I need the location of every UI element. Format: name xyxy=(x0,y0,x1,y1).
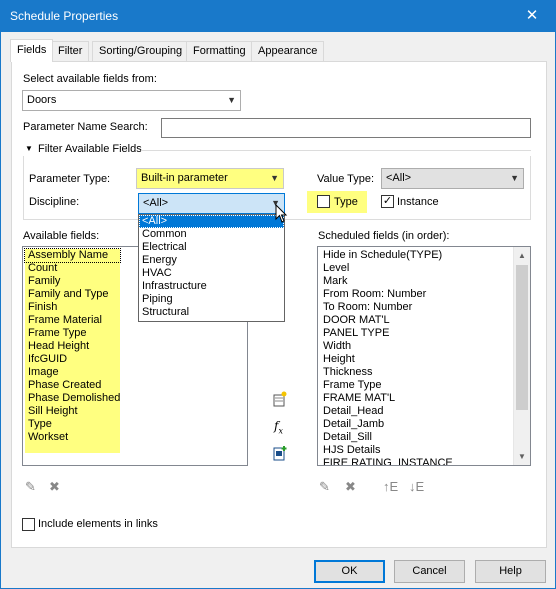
scroll-thumb[interactable] xyxy=(516,265,528,410)
move-down-icon[interactable]: ↓E xyxy=(409,479,424,494)
delete-parameter-icon[interactable]: ✖ xyxy=(49,479,60,495)
list-item[interactable]: Type xyxy=(25,418,225,431)
scheduled-fields-list[interactable]: Hide in Schedule(TYPE) Level Mark From R… xyxy=(317,246,531,466)
type-label: Type xyxy=(334,196,358,208)
list-item[interactable]: Head Height xyxy=(25,340,225,353)
title-bar: Schedule Properties ✕ xyxy=(1,1,555,32)
tab-appearance[interactable]: Appearance xyxy=(251,41,325,61)
tab-fields[interactable]: Fields xyxy=(10,39,54,62)
select-fields-value: Doors xyxy=(27,94,57,106)
list-item[interactable]: To Room: Number xyxy=(320,301,510,314)
include-links-label: Include elements in links xyxy=(38,518,158,530)
available-fields-label: Available fields: xyxy=(23,230,100,242)
close-icon[interactable]: ✕ xyxy=(509,1,555,32)
discipline-option[interactable]: <All> xyxy=(139,215,284,228)
discipline-option[interactable]: Infrastructure xyxy=(139,280,284,293)
list-item[interactable]: Mark xyxy=(320,275,510,288)
instance-label: Instance xyxy=(397,196,439,208)
list-item[interactable]: HJS Details xyxy=(320,444,510,457)
select-fields-label: Select available fields from: xyxy=(23,73,157,85)
window-title: Schedule Properties xyxy=(10,9,119,23)
scheduled-fields-label: Scheduled fields (in order): xyxy=(318,230,450,242)
list-item[interactable]: Detail_Jamb xyxy=(320,418,510,431)
param-type-value: Built-in parameter xyxy=(141,172,228,184)
list-item[interactable]: Hide in Schedule(TYPE) xyxy=(320,249,510,262)
discipline-options-list[interactable]: <All> Common Electrical Energy HVAC Infr… xyxy=(138,214,285,322)
value-type-dropdown[interactable]: <All> ▼ xyxy=(381,168,524,189)
list-item[interactable]: Detail_Head xyxy=(320,405,510,418)
param-type-dropdown[interactable]: Built-in parameter ▼ xyxy=(136,168,284,189)
list-item[interactable]: IfcGUID xyxy=(25,353,225,366)
list-item[interactable]: Frame Type xyxy=(25,327,225,340)
list-item[interactable]: FIRE RATING_INSTANCE xyxy=(320,457,510,465)
param-search-input[interactable] xyxy=(161,118,531,138)
chevron-down-icon: ▼ xyxy=(270,173,279,183)
list-item[interactable]: Assembly Name xyxy=(24,248,121,263)
cancel-button[interactable]: Cancel xyxy=(394,560,465,583)
list-item[interactable]: DOOR MAT'L xyxy=(320,314,510,327)
discipline-label: Discipline: xyxy=(29,196,80,208)
list-item[interactable]: From Room: Number xyxy=(320,288,510,301)
list-item[interactable]: Detail_Sill xyxy=(320,431,510,444)
help-button[interactable]: Help xyxy=(475,560,546,583)
discipline-option[interactable]: Energy xyxy=(139,254,284,267)
edit-field-icon[interactable]: ✎ xyxy=(319,479,330,495)
collapse-icon[interactable]: ▼ xyxy=(25,144,33,153)
tab-filter[interactable]: Filter xyxy=(51,41,90,61)
list-item[interactable]: Workset xyxy=(25,431,225,444)
scroll-up-icon[interactable]: ▲ xyxy=(514,247,530,264)
include-links-checkbox[interactable] xyxy=(22,518,35,531)
value-type-label: Value Type: xyxy=(317,173,375,185)
tab-sorting-grouping[interactable]: Sorting/Grouping xyxy=(92,41,190,61)
list-item[interactable]: Width xyxy=(320,340,510,353)
list-item[interactable]: Phase Created xyxy=(25,379,225,392)
instance-checkbox[interactable]: ✓ xyxy=(381,195,394,208)
list-item[interactable]: Sill Height xyxy=(25,405,225,418)
chevron-down-icon: ▼ xyxy=(227,95,236,105)
param-type-label: Parameter Type: xyxy=(29,173,111,185)
discipline-option[interactable]: Structural xyxy=(139,306,284,319)
scroll-down-icon[interactable]: ▼ xyxy=(514,448,530,465)
list-item[interactable]: Frame Type xyxy=(320,379,510,392)
filter-divider xyxy=(141,150,531,151)
list-item[interactable]: Image xyxy=(25,366,225,379)
list-item[interactable]: FRAME MAT'L xyxy=(320,392,510,405)
discipline-dropdown[interactable]: <All> ▼ xyxy=(138,193,285,214)
mouse-cursor-icon xyxy=(275,204,288,223)
list-item[interactable]: Thickness xyxy=(320,366,510,379)
discipline-option[interactable]: HVAC xyxy=(139,267,284,280)
type-checkbox[interactable] xyxy=(317,195,330,208)
edit-parameter-icon[interactable]: ✎ xyxy=(25,479,36,495)
move-up-icon[interactable]: ↑E xyxy=(383,479,398,494)
delete-field-icon[interactable]: ✖ xyxy=(345,479,356,495)
value-type-value: <All> xyxy=(386,172,412,184)
list-item[interactable]: PANEL TYPE xyxy=(320,327,510,340)
ok-button[interactable]: OK xyxy=(314,560,385,583)
scheduled-scrollbar[interactable]: ▲ ▼ xyxy=(513,247,530,465)
select-fields-dropdown[interactable]: Doors ▼ xyxy=(22,90,241,111)
tab-formatting[interactable]: Formatting xyxy=(186,41,253,61)
param-search-label: Parameter Name Search: xyxy=(23,121,148,133)
list-item[interactable]: Level xyxy=(320,262,510,275)
formula-icon[interactable]: fx xyxy=(274,419,283,435)
discipline-option[interactable]: Common xyxy=(139,228,284,241)
chevron-down-icon: ▼ xyxy=(510,173,519,183)
discipline-option[interactable]: Electrical xyxy=(139,241,284,254)
discipline-value: <All> xyxy=(143,197,169,209)
combine-parameters-icon[interactable] xyxy=(272,445,288,461)
filter-header: Filter Available Fields xyxy=(38,143,142,155)
list-item[interactable]: Height xyxy=(320,353,510,366)
discipline-option[interactable]: Piping xyxy=(139,293,284,306)
schedule-properties-dialog: Schedule Properties ✕ Fields Filter Sort… xyxy=(0,0,556,589)
new-parameter-icon[interactable] xyxy=(272,391,288,407)
list-item[interactable]: Phase Demolished xyxy=(25,392,225,405)
